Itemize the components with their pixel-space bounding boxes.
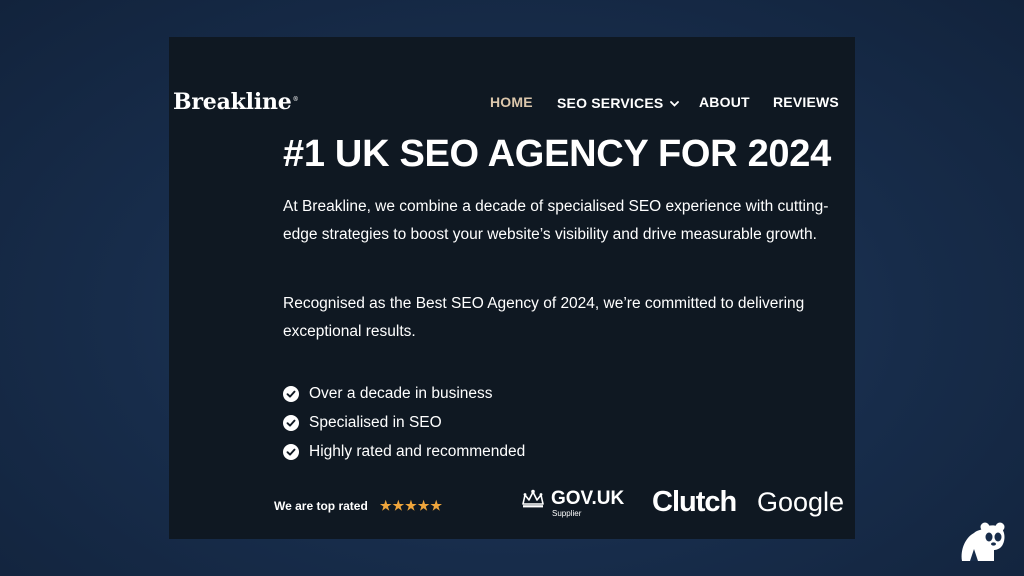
top-rated-label: We are top rated [274, 499, 368, 513]
gov-uk-logo: GOV.UK Supplier [520, 489, 624, 519]
panda-icon [958, 519, 1008, 563]
crown-icon [520, 489, 546, 514]
nav-about[interactable]: ABOUT [699, 94, 750, 110]
chevron-down-icon [670, 94, 680, 110]
top-rated-badge: We are top rated ★★★★★ [274, 498, 443, 514]
hero-title: #1 UK SEO AGENCY FOR 2024 [283, 133, 831, 175]
check-circle-icon [283, 385, 299, 402]
nav-home[interactable]: HOME [490, 94, 533, 110]
checklist-item: Over a decade in business [283, 379, 525, 408]
checklist-item-label: Highly rated and recommended [309, 442, 526, 460]
checklist-item-label: Over a decade in business [309, 384, 493, 402]
logo-text: Breakline [173, 89, 292, 115]
google-logo: Google [757, 487, 845, 517]
check-circle-icon [283, 443, 299, 460]
gov-uk-label: GOV.UK [551, 488, 625, 509]
checklist-item: Specialised in SEO [283, 408, 525, 437]
logo-registered-mark: ® [292, 95, 299, 103]
website-screenshot: Breakline® HOME SEO SERVICES ABOUT REVIE… [169, 37, 855, 539]
gov-uk-supplier-label: Supplier [552, 509, 582, 518]
nav-reviews[interactable]: REVIEWS [773, 94, 839, 110]
clutch-logo: Clutch [652, 486, 737, 518]
hero-paragraph-2: Recognised as the Best SEO Agency of 202… [283, 295, 805, 340]
hero-paragraph-1: At Breakline, we combine a decade of spe… [283, 198, 829, 243]
checklist-item: Highly rated and recommended [283, 437, 525, 466]
check-circle-icon [283, 414, 299, 431]
breakline-logo[interactable]: Breakline® [173, 89, 299, 115]
nav-seo-services[interactable]: SEO SERVICES [557, 94, 680, 111]
star-rating: ★★★★★ [379, 498, 444, 513]
checklist-item-label: Specialised in SEO [309, 413, 442, 431]
nav-seo-services-label: SEO SERVICES [557, 95, 664, 111]
feature-checklist: Over a decade in business Specialised in… [283, 379, 525, 466]
